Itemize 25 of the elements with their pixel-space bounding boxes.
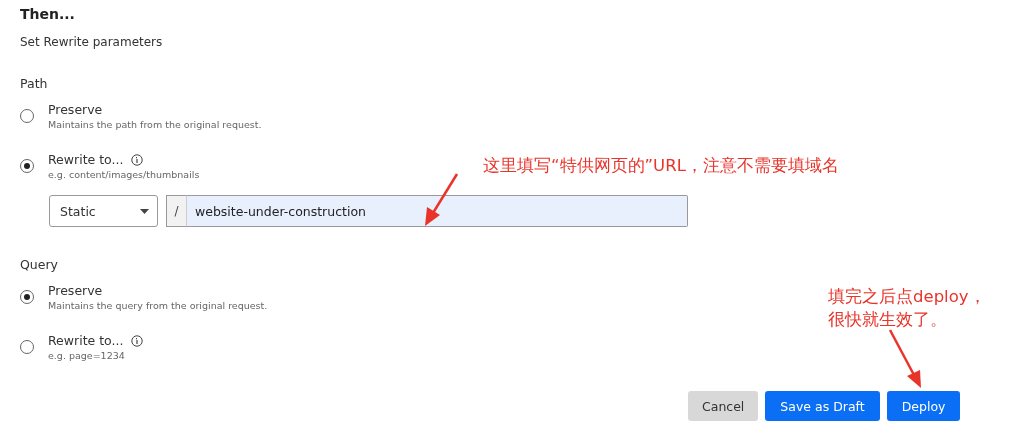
annotation-note: 填完之后点deploy， 很快就生效了。 (828, 286, 986, 332)
option-label: Rewrite to... (48, 333, 124, 348)
option-hint: Maintains the path from the original request. (48, 119, 262, 130)
type-dropdown[interactable]: Static (49, 195, 158, 227)
option-hint: e.g. content/images/thumbnails (48, 169, 200, 180)
section-subtitle: Set Rewrite parameters (20, 35, 164, 49)
section-heading: Then... (20, 6, 76, 24)
option-label: Preserve (48, 102, 103, 117)
cancel-button[interactable]: Cancel (688, 391, 759, 421)
option-label: Rewrite to... (48, 152, 124, 167)
info-icon (131, 334, 144, 347)
group-label: Path (20, 76, 49, 91)
option-label: Preserve (48, 283, 103, 298)
annotation-arrow (888, 329, 921, 388)
group-label: Query (20, 257, 59, 272)
annotation-note: 这里填写“特供网页的”URL，注意不需要填域名 (483, 155, 839, 177)
option-hint: Maintains the query from the original request. (48, 300, 268, 311)
primary-button[interactable]: Save as Draft (765, 391, 880, 421)
caret-icon (140, 208, 149, 214)
option-hint: e.g. page=1234 (48, 350, 126, 361)
info-icon (131, 153, 144, 166)
path-input-field[interactable]: website-under-construction (187, 195, 688, 227)
primary-button[interactable]: Deploy (886, 391, 961, 421)
annotation-arrow (425, 173, 459, 226)
path-prefix: / (166, 195, 187, 227)
